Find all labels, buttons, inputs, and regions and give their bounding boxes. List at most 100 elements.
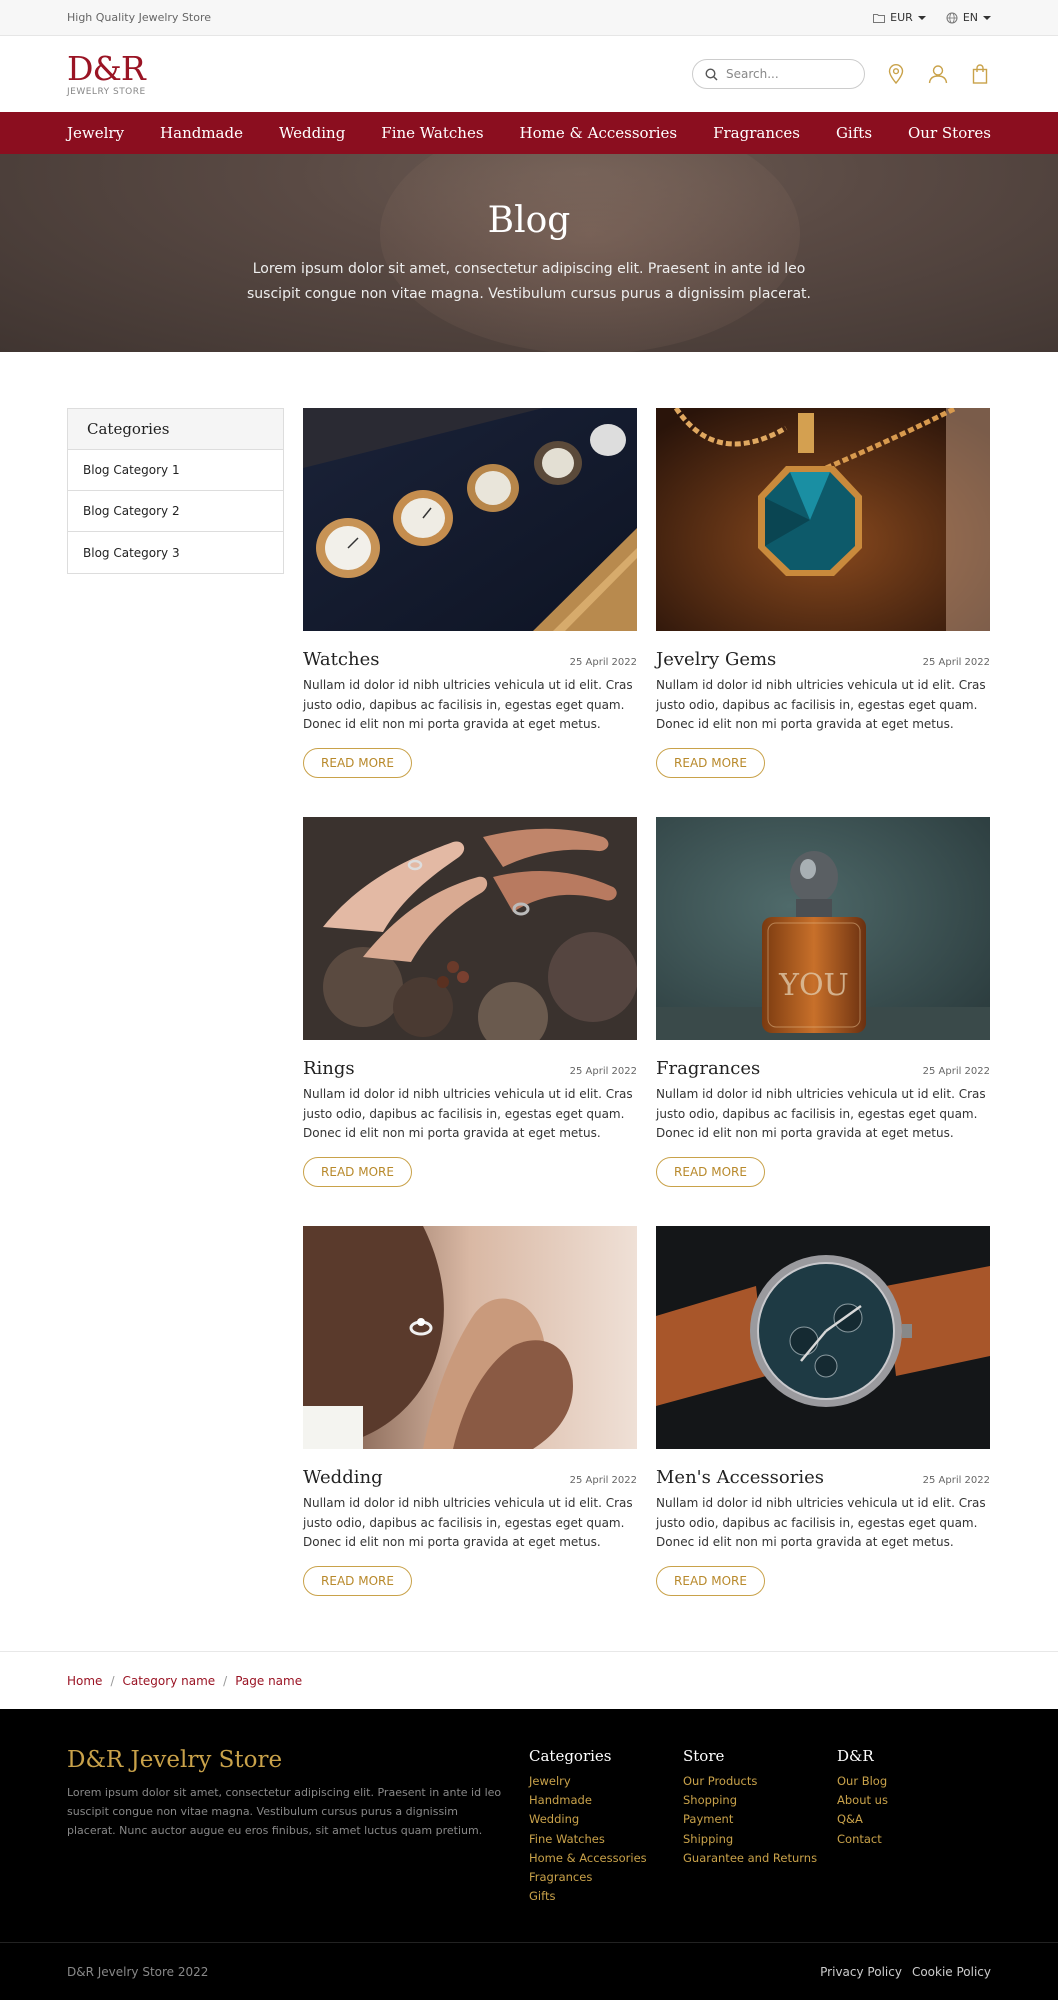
privacy-policy-link[interactable]: Privacy Policy (820, 1965, 902, 1979)
post-title[interactable]: Watches (303, 649, 379, 670)
read-more-button[interactable]: READ MORE (656, 1156, 765, 1187)
nav-item-fragrances[interactable]: Fragrances (713, 124, 800, 142)
read-more-button[interactable]: READ MORE (303, 747, 412, 778)
category-heading: Categories (68, 409, 283, 450)
main-nav: Jewelry Handmade Wedding Fine Watches Ho… (0, 112, 1058, 154)
footer-column-title: Categories (529, 1747, 612, 1765)
footer-link[interactable]: Q&A (837, 1810, 991, 1829)
shopping-bag-icon[interactable] (969, 63, 991, 85)
hero-description: Lorem ipsum dolor sit amet, consectetur … (247, 260, 811, 302)
footer-link[interactable]: Fine Watches (529, 1830, 683, 1849)
footer-brand: D&R Jevelry Store Lorem ipsum dolor sit … (67, 1747, 529, 1942)
nav-item-gifts[interactable]: Gifts (836, 124, 872, 142)
search-icon (705, 67, 718, 81)
post-image-fragrances[interactable]: YOU (656, 817, 990, 1040)
post-date: 25 April 2022 (569, 1066, 637, 1077)
currency-selector[interactable]: EUR (873, 11, 926, 24)
legal-links: Privacy Policy Cookie Policy (820, 1965, 991, 1979)
nav-item-fine-watches[interactable]: Fine Watches (381, 124, 483, 142)
breadcrumb-separator: / (223, 1673, 228, 1688)
blog-card: Watches 25 April 2022 Nullam id dolor id… (303, 408, 637, 778)
footer-link[interactable]: Shopping (683, 1791, 837, 1810)
search-box[interactable] (692, 59, 865, 89)
location-pin-icon[interactable] (885, 63, 907, 85)
footer-link[interactable]: Contact (837, 1830, 991, 1849)
post-date: 25 April 2022 (922, 1475, 990, 1486)
top-bar-selectors: EUR EN (873, 11, 991, 24)
post-title[interactable]: Rings (303, 1058, 355, 1079)
footer-column-title: D&R (837, 1747, 874, 1765)
read-more-button[interactable]: READ MORE (303, 1565, 412, 1596)
sidebar: Categories Blog Category 1 Blog Category… (67, 408, 284, 1596)
chevron-down-icon (983, 15, 991, 20)
language-value: EN (962, 11, 978, 24)
post-image-jevelry-gems[interactable] (656, 408, 990, 631)
cookie-policy-link[interactable]: Cookie Policy (912, 1965, 991, 1979)
post-title[interactable]: Men's Accessories (656, 1467, 824, 1488)
post-date: 25 April 2022 (922, 657, 990, 668)
logo-subtitle: JEWELRY STORE (67, 86, 146, 97)
blog-card: Rings 25 April 2022 Nullam id dolor id n… (303, 817, 637, 1187)
nav-item-wedding[interactable]: Wedding (279, 124, 345, 142)
read-more-button[interactable]: READ MORE (303, 1156, 412, 1187)
logo[interactable]: D&R JEWELRY STORE (67, 52, 146, 97)
language-selector[interactable]: EN (946, 11, 991, 24)
header-actions (692, 59, 991, 89)
breadcrumb-page[interactable]: Page name (235, 1674, 302, 1688)
copyright: D&R Jevelry Store 2022 (67, 1964, 209, 1979)
footer-link[interactable]: Wedding (529, 1810, 683, 1829)
post-excerpt: Nullam id dolor id nibh ultricies vehicu… (303, 1087, 633, 1140)
top-bar: High Quality Jewelry Store EUR EN (0, 0, 1058, 36)
category-box: Categories Blog Category 1 Blog Category… (67, 408, 284, 574)
post-title[interactable]: Jevelry Gems (656, 649, 776, 670)
post-image-mens-accessories[interactable] (656, 1226, 990, 1449)
post-date: 25 April 2022 (569, 657, 637, 668)
post-image-wedding[interactable] (303, 1226, 637, 1449)
nav-item-our-stores[interactable]: Our Stores (908, 124, 991, 142)
footer-column-categories: Categories Jewelry Handmade Wedding Fine… (529, 1747, 683, 1942)
post-image-rings[interactable] (303, 817, 637, 1040)
footer-link[interactable]: Our Products (683, 1772, 837, 1791)
read-more-button[interactable]: READ MORE (656, 1565, 765, 1596)
footer-link[interactable]: Guarantee and Returns (683, 1849, 837, 1868)
sidebar-item-blog-category-2[interactable]: Blog Category 2 (68, 491, 283, 532)
footer-link[interactable]: Payment (683, 1810, 837, 1829)
footer-link[interactable]: Shipping (683, 1830, 837, 1849)
nav-item-handmade[interactable]: Handmade (160, 124, 243, 142)
footer-link[interactable]: Gifts (529, 1887, 683, 1906)
footer-link[interactable]: Jewelry (529, 1772, 683, 1791)
post-image-watches[interactable] (303, 408, 637, 631)
currency-value: EUR (890, 11, 913, 24)
post-title[interactable]: Fragrances (656, 1058, 760, 1079)
footer-link[interactable]: Handmade (529, 1791, 683, 1810)
post-excerpt: Nullam id dolor id nibh ultricies vehicu… (656, 678, 986, 731)
footer-link[interactable]: Fragrances (529, 1868, 683, 1887)
blog-card: Jevelry Gems 25 April 2022 Nullam id dol… (656, 408, 990, 778)
folder-icon (873, 13, 886, 23)
user-icon[interactable] (927, 63, 949, 85)
post-title[interactable]: Wedding (303, 1467, 383, 1488)
footer-column-store: Store Our Products Shopping Payment Ship… (683, 1747, 837, 1942)
nav-item-home-accessories[interactable]: Home & Accessories (520, 124, 678, 142)
sidebar-item-blog-category-1[interactable]: Blog Category 1 (68, 450, 283, 491)
footer-link[interactable]: Our Blog (837, 1772, 991, 1791)
post-date: 25 April 2022 (569, 1475, 637, 1486)
sidebar-item-blog-category-3[interactable]: Blog Category 3 (68, 532, 283, 573)
footer-bottom: D&R Jevelry Store 2022 Privacy Policy Co… (0, 1943, 1058, 2000)
breadcrumb-category[interactable]: Category name (122, 1674, 215, 1688)
main-content: Categories Blog Category 1 Blog Category… (0, 352, 1058, 1596)
footer-brand-title: D&R Jevelry Store (67, 1747, 283, 1773)
read-more-button[interactable]: READ MORE (656, 747, 765, 778)
store-tagline: High Quality Jewelry Store (67, 11, 212, 24)
page-title: Blog (487, 199, 571, 241)
footer-link[interactable]: Home & Accessories (529, 1849, 683, 1868)
footer-link[interactable]: About us (837, 1791, 991, 1810)
footer-brand-text: Lorem ipsum dolor sit amet, consectetur … (67, 1786, 502, 1837)
breadcrumb-home[interactable]: Home (67, 1674, 102, 1688)
globe-icon (946, 12, 958, 23)
logo-mark: D&R (67, 48, 146, 88)
search-input[interactable] (726, 67, 846, 81)
nav-item-jewelry[interactable]: Jewelry (67, 124, 124, 142)
breadcrumb: Home / Category name / Page name (0, 1651, 1058, 1709)
svg-text:YOU: YOU (778, 968, 849, 1003)
